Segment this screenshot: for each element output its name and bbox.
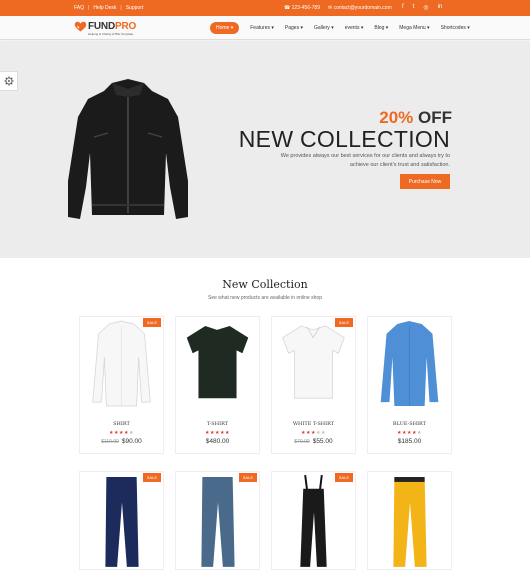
product-name[interactable]: Blue-Shirt [368, 421, 451, 427]
current-price: $185.00 [397, 438, 422, 445]
facebook-icon[interactable]: f [402, 4, 404, 11]
mail-icon: ✉ [327, 5, 333, 11]
sale-badge: SALE [142, 473, 161, 482]
product-card[interactable]: Blue-Shirt ★★★★★ $185.00 [367, 316, 452, 454]
hero-banner: 20% OFF NEW COLLECTION We provides alway… [0, 41, 530, 258]
faq-link[interactable]: FAQ [74, 5, 84, 11]
contact-info: ☎ 123-456-789 ✉ contact@yourdomain.com [284, 5, 392, 11]
nav-pages[interactable]: Pages ▾ [285, 25, 303, 31]
twitter-icon[interactable]: t [413, 4, 415, 11]
yellow-ski-pants-image [393, 477, 427, 567]
nav-events[interactable]: events ▾ [345, 25, 364, 31]
product-card[interactable]: SALE [79, 471, 164, 570]
dark-tshirt-image [186, 325, 249, 399]
nav-features[interactable]: Features ▾ [250, 25, 274, 31]
top-links: FAQ | Help Desk | Support [74, 5, 143, 11]
social-links: f t ◎ in [402, 4, 442, 11]
help-desk-link[interactable]: Help Desk [93, 5, 116, 11]
product-card[interactable]: SALE [175, 471, 260, 570]
leather-jacket-image [68, 79, 188, 219]
current-price: $55.00 [312, 438, 333, 445]
top-bar: FAQ | Help Desk | Support ☎ 123-456-789 … [0, 0, 530, 16]
email-item[interactable]: ✉ contact@yourdomain.com [328, 5, 392, 11]
nav-shortcodes[interactable]: Shortcodes ▾ [441, 25, 470, 31]
product-card[interactable]: SALE Shirt ★★★★★ $110.00 $90.00 [79, 316, 164, 454]
settings-toggle[interactable] [0, 71, 18, 91]
email-text[interactable]: contact@yourdomain.com [334, 5, 392, 11]
hero-title: NEW COLLECTION [238, 126, 450, 152]
main-nav: Home ▾ Features ▾ Pages ▾ Gallery ▾ even… [210, 22, 481, 34]
section-subtitle: See what new products are available in o… [208, 295, 322, 301]
heart-hands-icon [74, 21, 87, 32]
product-card[interactable]: T-Shirt ★★★★★ $480.00 [175, 316, 260, 454]
phone-text: 123-456-789 [291, 5, 320, 11]
current-price: $90.00 [121, 438, 142, 445]
blue-shirt-image [380, 321, 439, 407]
sale-badge: SALE [334, 318, 353, 327]
product-card[interactable]: SALE [271, 471, 356, 570]
product-price: $70.00 $55.00 [272, 438, 355, 445]
nav-mega-menu[interactable]: Mega Menu ▾ [399, 25, 429, 31]
sale-badge: SALE [334, 473, 353, 482]
section-title: New Collection [222, 278, 308, 291]
linkedin-icon[interactable]: in [438, 4, 443, 11]
black-overalls-image [300, 474, 327, 567]
old-price: $110.00 [101, 439, 119, 445]
hero-discount: 20% OFF [379, 108, 452, 127]
star-rating: ★★★★★ [397, 430, 422, 436]
separator: | [120, 5, 122, 11]
nav-gallery[interactable]: Gallery ▾ [314, 25, 334, 31]
star-rating: ★★★★★ [301, 430, 326, 436]
separator: | [88, 5, 90, 11]
current-price: $480.00 [205, 438, 230, 445]
navy-pants-image [105, 477, 139, 567]
instagram-icon[interactable]: ◎ [423, 4, 428, 11]
support-link[interactable]: Support [126, 5, 144, 11]
gear-icon [4, 76, 13, 86]
nav-home[interactable]: Home ▾ [210, 22, 240, 34]
old-price: $70.00 [294, 439, 310, 445]
star-rating: ★★★★★ [205, 430, 230, 436]
product-name[interactable]: White T-Shirt [272, 421, 355, 427]
sale-badge: SALE [142, 318, 161, 327]
product-price: $185.00 [368, 438, 451, 445]
logo-tagline: Helping & Charity HTML Template [88, 32, 134, 36]
hero-description: We provides always our best services for… [280, 153, 450, 168]
logo-text: FUNDPRO [88, 21, 137, 32]
phone-item: ☎ 123-456-789 [284, 5, 320, 11]
product-name[interactable]: Shirt [80, 421, 163, 427]
product-price: $480.00 [176, 438, 259, 445]
sale-badge: SALE [238, 473, 257, 482]
nav-blog[interactable]: Blog ▾ [374, 25, 388, 31]
jeans-image [201, 477, 235, 567]
product-card[interactable] [367, 471, 452, 570]
product-price: $110.00 $90.00 [80, 438, 163, 445]
white-polo-image [282, 325, 345, 399]
purchase-now-button[interactable]: Purchase Now [400, 174, 450, 189]
star-rating: ★★★★★ [109, 430, 134, 436]
white-shirt-image [92, 320, 151, 407]
main-header: FUNDPRO Helping & Charity HTML Template … [0, 16, 530, 40]
product-name[interactable]: T-Shirt [176, 421, 259, 427]
product-card[interactable]: SALE White T-Shirt ★★★★★ $70.00 $55.00 [271, 316, 356, 454]
site-logo[interactable]: FUNDPRO Helping & Charity HTML Template [74, 21, 144, 37]
phone-icon: ☎ [284, 5, 291, 11]
